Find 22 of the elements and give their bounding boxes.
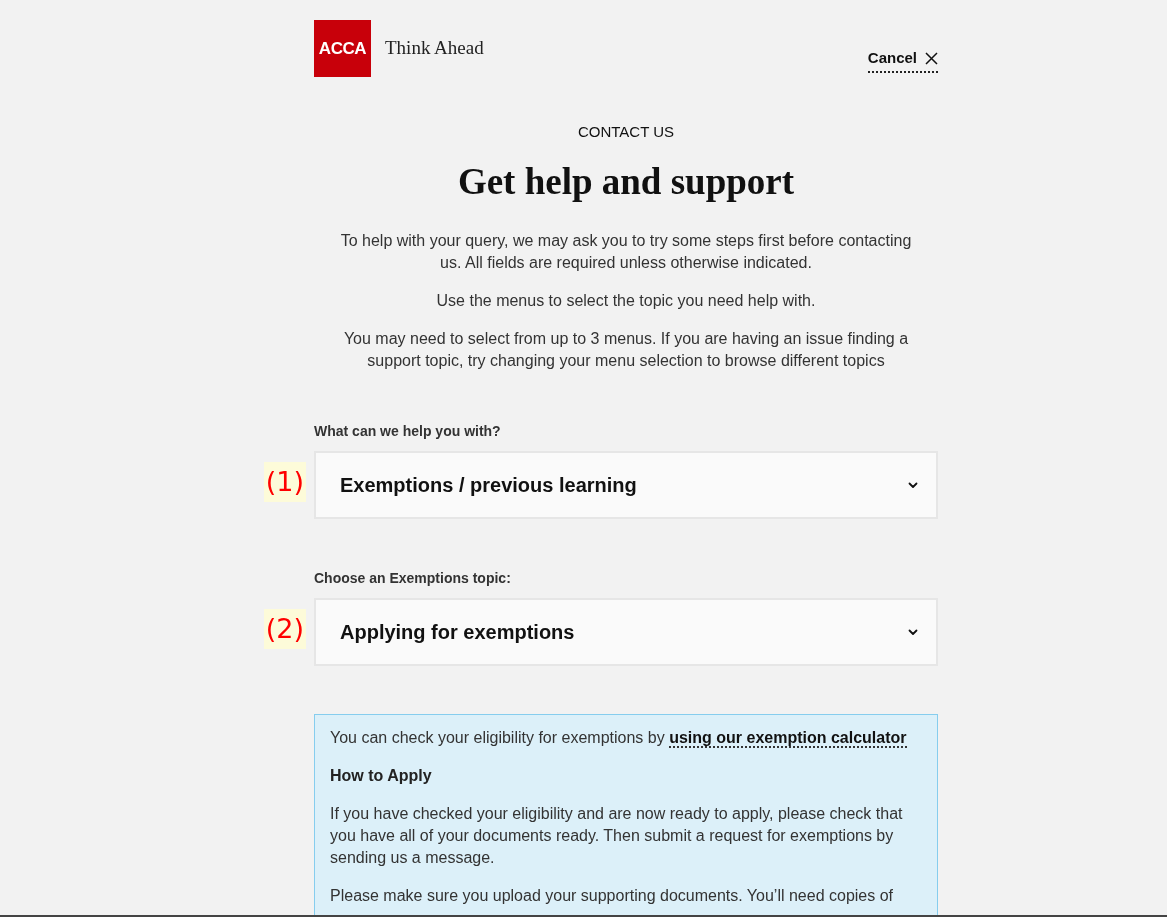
section-heading: How to Apply xyxy=(330,766,433,786)
exemption-calculator-link[interactable]: using our exemption calculator xyxy=(669,729,907,748)
close-icon xyxy=(925,51,938,65)
info-paragraph: Please make sure you upload your supporting documents. You’ll need copies of xyxy=(330,886,895,906)
cancel-link[interactable]: Cancel xyxy=(867,48,938,73)
eyebrow-label: CONTACT US xyxy=(576,122,676,142)
topic-dropdown[interactable]: Applying for exemptions xyxy=(314,598,938,666)
chevron-down-icon xyxy=(908,628,918,636)
intro-paragraph: You may need to select from up to 3 menus. If you are having an issue finding a support topic, try changing your menu selection to browse different topics xyxy=(342,329,910,371)
tagline: Think Ahead xyxy=(385,36,484,61)
intro-paragraph: To help with your query, we may ask you to try some steps first before contacting us. All fields are required unless otherwise indicated. xyxy=(339,231,913,273)
logo[interactable]: ACCA xyxy=(314,20,371,77)
topic-dropdown[interactable]: Exemptions / previous learning xyxy=(314,451,938,519)
info-paragraph: If you have checked your eligibility and are now ready to apply, please check that you have all of your documents ready. Then submit a request for exemptions by sending us a message. xyxy=(330,804,904,868)
select-label: What can we help you with? xyxy=(314,422,502,441)
page-title: Get help and support xyxy=(456,162,796,202)
annotation-marker: (1) xyxy=(263,462,306,502)
intro-paragraph: Use the menus to select the topic you need help with. xyxy=(436,291,816,311)
select-label: Choose an Exemptions topic: xyxy=(314,569,512,588)
chevron-down-icon xyxy=(908,481,918,489)
eligibility-text: You can check your eligibility for exemptions by using our exemption calculator xyxy=(330,728,908,749)
annotation-marker: (2) xyxy=(263,609,306,649)
